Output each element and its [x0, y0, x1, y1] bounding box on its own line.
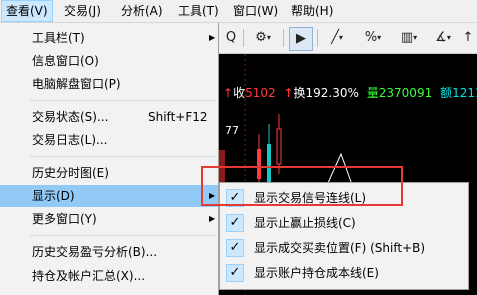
turnover-value: 192.30% [305, 86, 359, 100]
submenu-item-label: 显示账户持仓成本线(E) [254, 266, 379, 280]
submenu-item-stop-lines[interactable]: ✓ 显示止赢止损线(C) [220, 211, 468, 235]
dropdown-caret-icon: ▾ [338, 33, 343, 42]
up-arrow-icon: ↑ [223, 86, 234, 100]
menu-item-label: 历史交易盈亏分析(B)... [32, 245, 158, 259]
menu-separator [30, 156, 216, 157]
toolbar: Q ⚙▾ ▶ ╱▾ %▾ ▥▾ ∡▾ ↑ [219, 23, 477, 54]
menu-view[interactable]: 查看(V) [1, 0, 53, 22]
line-glyph: ╱ [331, 30, 339, 45]
menu-item-position-summary[interactable]: 持仓及帐户汇总(X)... [0, 265, 218, 287]
amount-value: 12118 [452, 86, 477, 100]
menu-analysis[interactable]: 分析(A) [117, 0, 167, 22]
dropdown-caret-icon: ▾ [413, 33, 418, 42]
checkmark-icon: ✓ [226, 214, 244, 232]
menu-separator [30, 100, 216, 101]
volume-label: 量 [366, 86, 379, 100]
bars-tool-icon[interactable]: ▥▾ [395, 27, 423, 49]
menu-item-toolbar[interactable]: 工具栏(T) ▶ [0, 27, 218, 49]
close-value: 5102 [245, 86, 276, 100]
toolbar-separator [243, 29, 244, 47]
menu-item-label: 历史分时图(E) [32, 166, 109, 180]
arrow-tool-icon[interactable]: ↑ [461, 27, 475, 49]
angle-tool-icon[interactable]: ∡▾ [429, 27, 457, 49]
line-tool-icon[interactable]: ╱▾ [323, 27, 351, 49]
submenu-arrow-icon: ▶ [209, 33, 216, 42]
menu-tools[interactable]: 工具(T) [174, 0, 223, 22]
submenu-item-cost-line[interactable]: ✓ 显示账户持仓成本线(E) [220, 261, 468, 285]
menu-item-label: 交易日志(L)... [32, 133, 108, 147]
menu-window[interactable]: 窗口(W) [229, 0, 282, 22]
dropdown-caret-icon: ▾ [377, 33, 382, 42]
menu-trade[interactable]: 交易(J) [60, 0, 105, 22]
menu-item-label: 信息窗口(O) [32, 54, 99, 68]
settings-gear-icon[interactable]: ⚙▾ [249, 27, 277, 49]
menu-item-label: 持仓及帐户汇总(X)... [32, 269, 146, 283]
menu-item-history-chart[interactable]: 历史分时图(E) [0, 162, 218, 184]
menu-item-trade-status[interactable]: 交易状态(S)... Shift+F12 [0, 106, 218, 128]
close-label: 收 [233, 86, 246, 100]
percent-glyph: % [364, 30, 378, 45]
menu-item-label: 交易状态(S)... [32, 110, 109, 124]
menu-separator [30, 235, 216, 236]
submenu-item-fill-positions[interactable]: ✓ 显示成交买卖位置(F) (Shift+B) [220, 236, 468, 260]
submenu-item-label: 显示止赢止损线(C) [254, 216, 356, 230]
dropdown-caret-icon: ▾ [446, 33, 451, 42]
amount-label: 额 [440, 86, 453, 100]
toolbar-separator [283, 29, 284, 47]
toolbar-separator [317, 29, 318, 47]
menu-bar: 查看(V) 交易(J) 分析(A) 工具(T) 窗口(W) 帮助(H) [0, 0, 477, 23]
menu-item-more-windows[interactable]: 更多窗口(Y) ▶ [0, 208, 218, 230]
menu-item-label: 电脑解盘窗口(P) [32, 77, 121, 91]
gear-glyph: ⚙ [255, 30, 267, 45]
zoom-icon[interactable]: Q [223, 27, 239, 49]
menu-item-label: 更多窗口(Y) [32, 212, 97, 226]
menu-item-info-window[interactable]: 信息窗口(O) [0, 50, 218, 72]
up-arrow-icon: ↑ [283, 86, 294, 100]
annotation-highlight-box [201, 166, 403, 206]
ticker-line: ↑收5102 ↑换192.30% 量2370091 额12118 [219, 84, 477, 102]
menu-item-label: 工具栏(T) [32, 31, 85, 45]
checkmark-icon: ✓ [226, 264, 244, 282]
volume-value: 2370091 [378, 86, 433, 100]
angle-glyph: ∡ [435, 30, 447, 45]
menu-help[interactable]: 帮助(H) [287, 0, 337, 22]
view-menu: 工具栏(T) ▶ 信息窗口(O) 电脑解盘窗口(P) 交易状态(S)... Shif… [0, 23, 219, 295]
submenu-item-label: 显示成交买卖位置(F) (Shift+B) [254, 241, 426, 255]
turnover-label: 换 [293, 86, 306, 100]
menu-item-display[interactable]: 显示(D) ▶ [0, 185, 218, 207]
menu-item-shortcut: Shift+F12 [148, 110, 208, 124]
chart-price-label: 77 [225, 124, 239, 137]
percent-tool-icon[interactable]: %▾ [359, 27, 387, 49]
dropdown-caret-icon: ▾ [266, 33, 271, 42]
submenu-arrow-icon: ▶ [209, 214, 216, 223]
bars-glyph: ▥ [400, 30, 414, 45]
menu-item-analysis-window[interactable]: 电脑解盘窗口(P) [0, 73, 218, 95]
pointer-tool-icon[interactable]: ▶ [289, 27, 313, 51]
menu-item-pnl-analysis[interactable]: 历史交易盈亏分析(B)... [0, 241, 218, 263]
menu-item-trade-log[interactable]: 交易日志(L)... [0, 129, 218, 151]
checkmark-icon: ✓ [226, 239, 244, 257]
menu-item-label: 显示(D) [32, 189, 75, 203]
